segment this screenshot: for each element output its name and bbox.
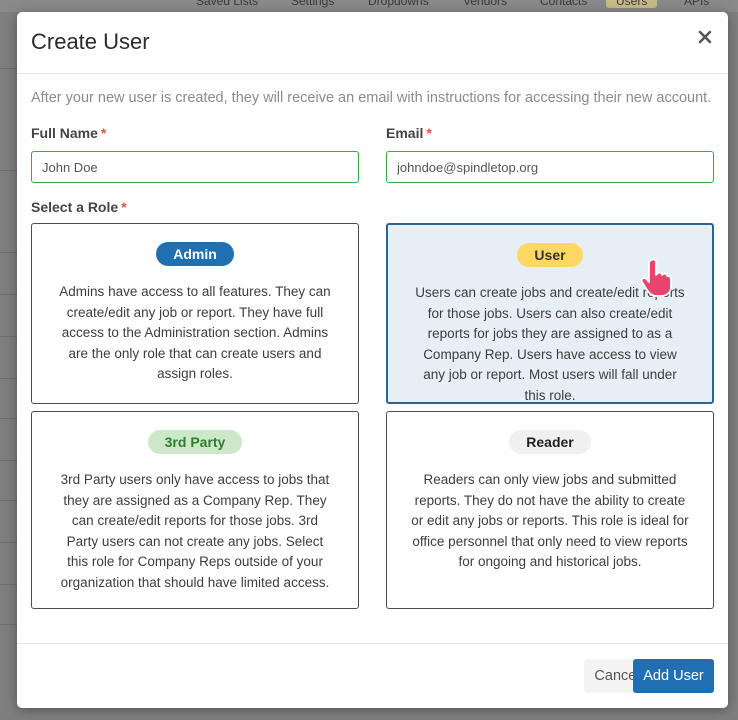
role-description-reader: Readers can only view jobs and submitted… [411,472,689,569]
bg-divider [0,500,18,501]
role-description-user: Users can create jobs and create/edit re… [415,285,685,403]
modal-title: Create User [31,29,150,54]
bg-divider [0,336,18,337]
bg-divider [0,252,18,253]
full-name-label-text: Full Name [31,125,98,141]
select-role-label-text: Select a Role [31,199,119,215]
bg-divider [0,68,18,69]
bg-tab-settings[interactable]: Settings [291,0,334,8]
role-description-admin: Admins have access to all features. They… [59,284,331,381]
role-card-user[interactable]: User Users can create jobs and create/ed… [386,223,714,404]
close-icon [698,30,712,44]
select-role-label: Select a Role * [31,199,127,215]
bg-divider [0,584,18,585]
modal-footer: Cancel Add User [17,643,728,708]
background-tab-bar: Saved Lists Settings Dropdowns Vendors C… [0,0,738,12]
full-name-input[interactable] [31,151,359,183]
full-name-label: Full Name * [31,125,106,141]
create-user-modal: Create User After your new user is creat… [17,12,728,708]
bg-tab-vendors[interactable]: Vendors [463,0,507,8]
bg-tab-saved-lists[interactable]: Saved Lists [196,0,258,8]
required-mark: * [426,125,432,141]
email-label: Email * [386,125,432,141]
required-mark: * [121,199,127,215]
role-badge-user: User [517,243,583,267]
bg-divider [0,378,18,379]
email-label-text: Email [386,125,424,141]
bg-tab-users[interactable]: Users [606,0,658,8]
intro-text: After your new user is created, they wil… [31,90,712,106]
bg-divider [0,418,18,419]
role-badge-reader: Reader [509,430,591,454]
modal-header: Create User [17,12,728,74]
hand-pointer-icon [640,258,672,297]
role-badge-admin: Admin [156,242,234,266]
role-description-3rd-party: 3rd Party users only have access to jobs… [60,472,330,590]
required-mark: * [100,125,107,141]
role-card-reader[interactable]: Reader Readers can only view jobs and su… [386,411,714,609]
bg-divider [0,542,18,543]
bg-divider [0,460,18,461]
bg-tab-contacts[interactable]: Contacts [540,0,587,8]
bg-divider [0,170,18,171]
close-button[interactable] [694,26,716,48]
add-user-button[interactable]: Add User [633,659,714,693]
bg-divider [0,624,18,625]
role-card-admin[interactable]: Admin Admins have access to all features… [31,223,359,404]
bg-tab-apis[interactable]: APIs [684,0,709,8]
bg-tab-dropdowns[interactable]: Dropdowns [368,0,429,8]
email-input[interactable] [386,151,714,183]
role-card-3rd-party[interactable]: 3rd Party 3rd Party users only have acce… [31,411,359,609]
role-badge-3rd-party: 3rd Party [147,430,243,454]
bg-divider [0,294,18,295]
